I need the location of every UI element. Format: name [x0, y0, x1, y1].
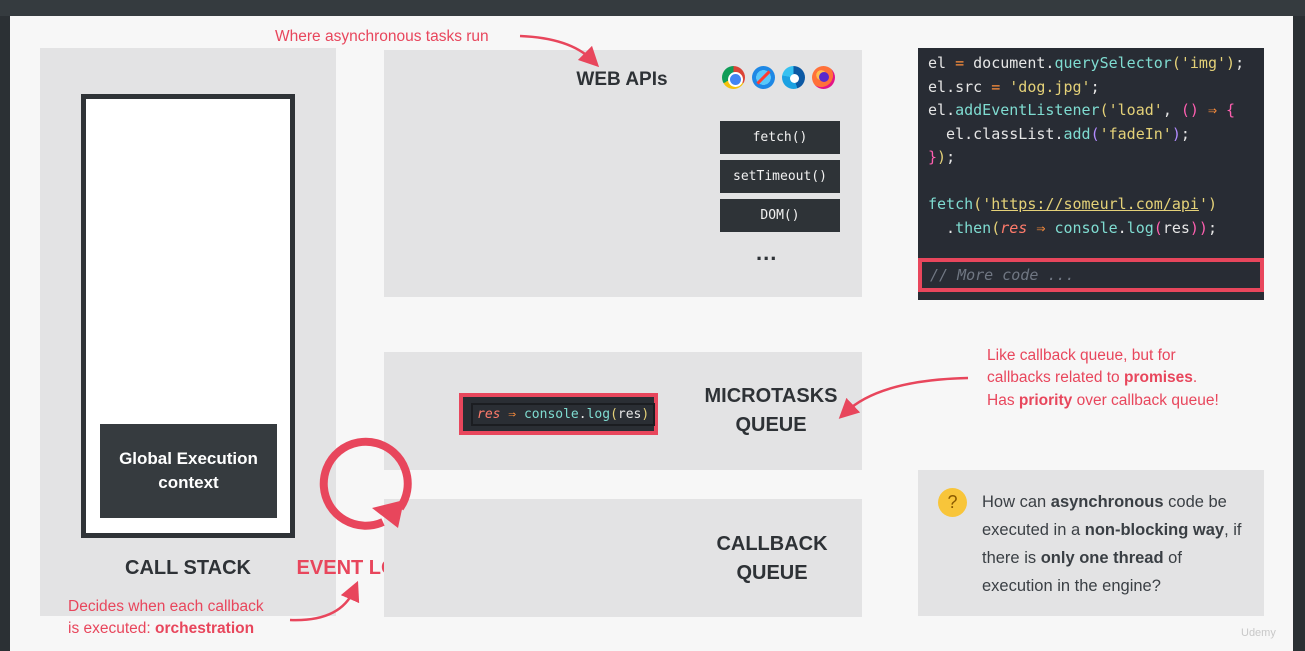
arrows-overlay — [289, 34, 969, 622]
orchestration-arrow — [289, 580, 360, 622]
microtask-arrow — [838, 376, 969, 419]
where-tasks-arrow — [519, 34, 600, 68]
